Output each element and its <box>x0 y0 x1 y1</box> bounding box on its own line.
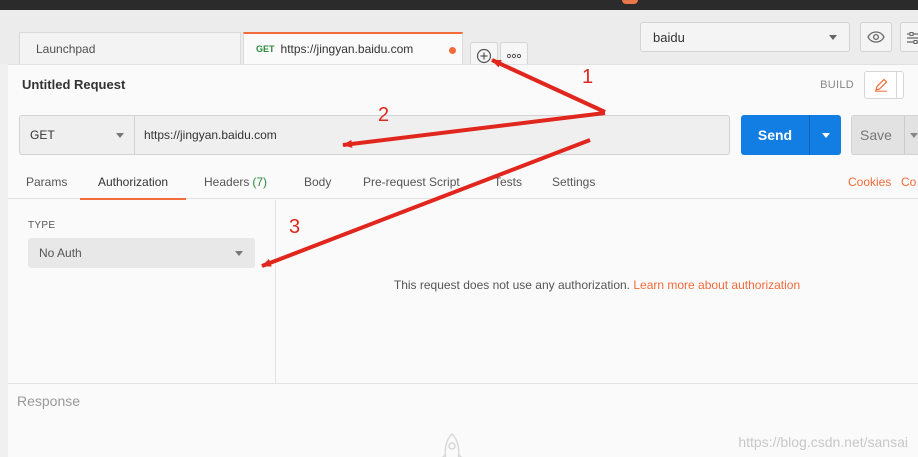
annotation-label-1: 1 <box>582 66 594 88</box>
chevron-down-icon <box>909 132 918 138</box>
sliders-icon <box>907 32 918 44</box>
learn-more-auth-link[interactable]: Learn more about authorization <box>633 278 800 292</box>
notification-indicator <box>622 0 638 4</box>
url-bar: GET https://jingyan.baidu.com <box>19 115 730 155</box>
cookies-link[interactable]: Cookies <box>848 165 891 199</box>
headers-count-badge: (7) <box>252 175 268 189</box>
tab-method-badge: GET <box>256 44 275 54</box>
url-input[interactable]: https://jingyan.baidu.com <box>144 116 277 154</box>
rocket-icon <box>441 432 463 457</box>
save-options-button[interactable] <box>904 116 918 154</box>
chevron-down-icon <box>821 132 830 138</box>
environment-select-value: baidu <box>653 29 685 45</box>
request-title: Untitled Request <box>22 77 126 92</box>
save-button-label: Save <box>860 127 892 143</box>
chevron-down-icon <box>829 35 837 40</box>
auth-message: This request does not use any authorizat… <box>276 278 918 292</box>
auth-type-select[interactable]: No Auth <box>28 238 255 268</box>
save-button[interactable]: Save <box>851 115 918 155</box>
build-mode-label: BUILD <box>820 79 854 91</box>
request-tabs: Params Authorization Headers (7) Body Pr… <box>8 165 918 200</box>
send-button[interactable]: Send <box>741 115 841 155</box>
pencil-icon <box>874 78 887 92</box>
tab-authorization[interactable]: Authorization <box>79 165 187 200</box>
plus-circle-icon <box>476 48 492 64</box>
method-select-value: GET <box>30 128 55 142</box>
ellipsis-icon <box>506 53 522 59</box>
auth-type-label: TYPE <box>28 220 56 231</box>
tab-headers[interactable]: Headers (7) <box>202 165 269 199</box>
tab-headers-label: Headers <box>204 175 250 189</box>
unsaved-dot-icon <box>449 47 456 54</box>
code-link[interactable]: Co <box>901 165 916 199</box>
tab-launchpad[interactable]: Launchpad <box>19 32 241 64</box>
tab-body[interactable]: Body <box>302 165 333 199</box>
environment-select[interactable]: baidu <box>640 22 850 52</box>
tab-url-label: https://jingyan.baidu.com <box>280 42 414 56</box>
response-label: Response <box>17 393 81 409</box>
watermark: https://blog.csdn.net/sansai <box>738 434 908 450</box>
auth-message-text: This request does not use any authorizat… <box>393 278 631 292</box>
request-panel: Untitled Request BUILD GET https://jingy… <box>8 64 918 457</box>
method-select[interactable]: GET <box>20 116 135 154</box>
edit-mode-button[interactable] <box>865 72 897 98</box>
tab-strip: Launchpad GET https://jingyan.baidu.com <box>0 10 630 70</box>
chevron-down-icon <box>235 251 243 256</box>
eye-icon <box>867 31 885 43</box>
annotation-label-2: 2 <box>378 104 390 126</box>
auth-type-value: No Auth <box>39 246 82 260</box>
window-title-bar <box>0 0 918 10</box>
manage-environments-button[interactable] <box>900 22 918 52</box>
tab-settings[interactable]: Settings <box>550 165 597 199</box>
tab-launchpad-label: Launchpad <box>36 41 96 56</box>
send-options-button[interactable] <box>809 115 841 155</box>
annotation-label-3: 3 <box>289 216 301 238</box>
response-panel: Response https://blog.csdn.net/sansai <box>8 383 918 457</box>
tab-params[interactable]: Params <box>24 165 69 199</box>
tab-tests[interactable]: Tests <box>492 165 524 199</box>
send-button-label: Send <box>757 127 793 143</box>
build-mode-toggle[interactable] <box>864 71 904 99</box>
environment-bar: baidu <box>630 10 918 64</box>
tab-active-request[interactable]: GET https://jingyan.baidu.com <box>243 32 463 64</box>
chevron-down-icon <box>116 133 124 138</box>
tab-pre-request-script[interactable]: Pre-request Script <box>361 165 462 199</box>
environment-quick-look-button[interactable] <box>860 22 892 52</box>
auth-type-panel: TYPE No Auth <box>8 200 276 383</box>
